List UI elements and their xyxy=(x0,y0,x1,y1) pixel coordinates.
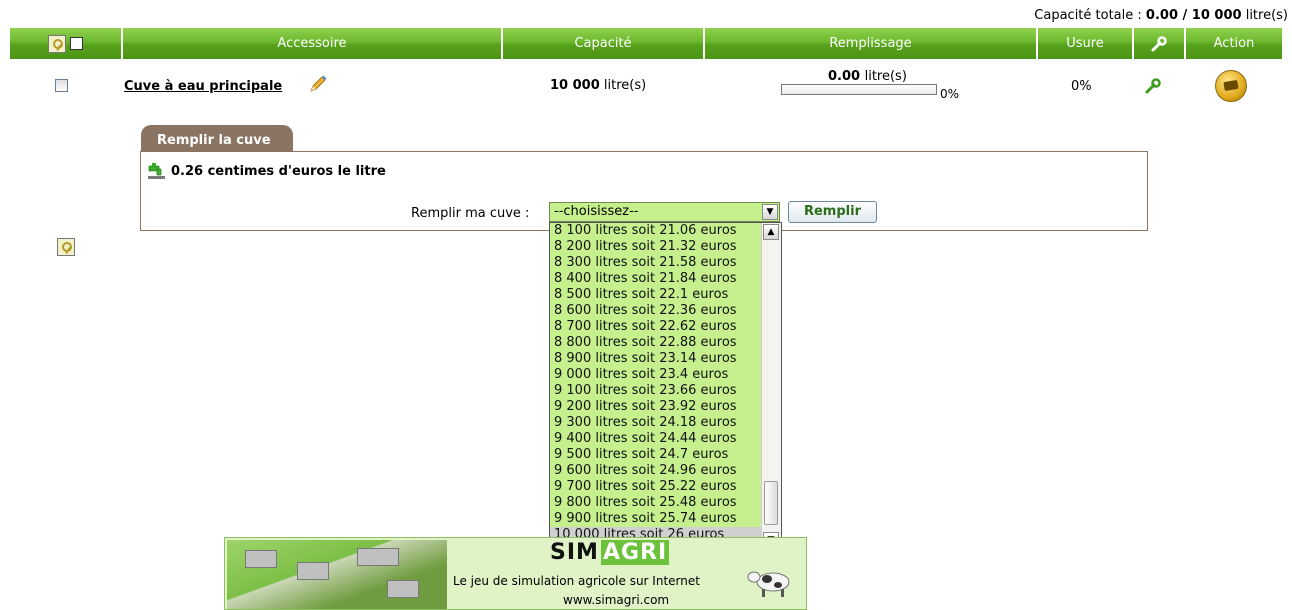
dropdown-option[interactable]: 8 100 litres soit 21.06 euros xyxy=(550,223,781,239)
row-checkbox[interactable] xyxy=(55,79,68,92)
header-accessoire: Accessoire xyxy=(123,28,503,59)
dropdown-option[interactable]: 9 200 litres soit 23.92 euros xyxy=(550,399,781,415)
accessory-name-link[interactable]: Cuve à eau principale xyxy=(124,79,282,94)
key-icon-secondary[interactable] xyxy=(57,238,75,256)
dropdown-option[interactable]: 8 600 litres soit 22.36 euros xyxy=(550,303,781,319)
capacity-total: Capacité totale : 0.00 / 10 000 litre(s) xyxy=(1034,8,1288,23)
farm-building xyxy=(297,562,329,580)
dropdown-option[interactable]: 9 100 litres soit 23.66 euros xyxy=(550,383,781,399)
fill-progress-bar xyxy=(781,84,937,95)
cow-icon xyxy=(747,571,790,597)
repair-wrench-icon[interactable] xyxy=(1144,77,1162,95)
fill-cell: 0.00 litre(s) xyxy=(828,69,907,84)
edit-pencil-icon[interactable] xyxy=(308,74,328,94)
header-remplissage: Remplissage xyxy=(705,28,1038,59)
farm-illustration xyxy=(227,540,447,609)
dropdown-list[interactable]: 8 100 litres soit 21.06 euros 8 200 litre… xyxy=(549,222,782,550)
farm-building xyxy=(245,550,277,568)
dropdown-option[interactable]: 9 400 litres soit 24.44 euros xyxy=(550,431,781,447)
wrench-icon xyxy=(1151,35,1167,51)
fill-select-label: Remplir ma cuve : xyxy=(411,206,530,221)
dropdown-option[interactable]: 9 500 litres soit 24.7 euros xyxy=(550,447,781,463)
fill-percent: 0% xyxy=(940,87,960,101)
simagri-logo: SIM AGRI xyxy=(548,540,670,565)
dropdown-option[interactable]: 9 700 litres soit 25.22 euros xyxy=(550,479,781,495)
dropdown-option[interactable]: 9 800 litres soit 25.48 euros xyxy=(550,495,781,511)
dropdown-option[interactable]: 9 900 litres soit 25.74 euros xyxy=(550,511,781,527)
simagri-banner[interactable]: SIM AGRI Le jeu de simulation agricole su… xyxy=(224,537,807,610)
farm-building xyxy=(357,548,399,566)
capacity-total-unit: litre(s) xyxy=(1245,8,1288,23)
dropdown-option[interactable]: 9 000 litres soit 23.4 euros xyxy=(550,367,781,383)
select-current-value: --choisissez-- xyxy=(554,204,639,219)
capacity-total-value: 0.00 / 10 000 xyxy=(1145,8,1242,23)
select-all-checkbox[interactable] xyxy=(70,37,83,50)
fill-unit: litre(s) xyxy=(864,69,907,84)
scroll-thumb[interactable] xyxy=(764,481,778,525)
price-text: 0.26 centimes d'euros le litre xyxy=(171,163,386,179)
dropdown-option[interactable]: 8 700 litres soit 22.62 euros xyxy=(550,319,781,335)
scroll-up-icon[interactable]: ▲ xyxy=(763,224,779,240)
header-wrench-cell xyxy=(1134,28,1186,59)
header-usure: Usure xyxy=(1038,28,1134,59)
dropdown-scrollbar[interactable]: ▲ ▼ xyxy=(761,223,781,549)
header-icons-cell xyxy=(10,28,123,59)
table-header: Accessoire Capacité Remplissage Usure Ac… xyxy=(10,28,1282,59)
fill-value: 0.00 xyxy=(828,69,861,84)
fill-button[interactable]: Remplir xyxy=(788,201,877,223)
logo-left: SIM xyxy=(550,540,599,565)
price-info: 0.26 centimes d'euros le litre xyxy=(147,162,386,180)
usure-value: 0% xyxy=(1071,79,1092,94)
dropdown-option[interactable]: 9 600 litres soit 24.96 euros xyxy=(550,463,781,479)
dropdown-option[interactable]: 8 500 litres soit 22.1 euros xyxy=(550,287,781,303)
dropdown-option[interactable]: 8 400 litres soit 21.84 euros xyxy=(550,271,781,287)
table-row: Cuve à eau principale 10 000 litre(s) 0.… xyxy=(10,65,1282,105)
tab-remplir-la-cuve[interactable]: Remplir la cuve xyxy=(141,125,293,152)
capacity-total-label: Capacité totale : xyxy=(1034,8,1142,23)
header-action: Action xyxy=(1186,28,1282,59)
farm-building xyxy=(387,580,419,598)
banner-tagline: Le jeu de simulation agricole sur Intern… xyxy=(453,574,700,588)
dropdown-option[interactable]: 8 200 litres soit 21.32 euros xyxy=(550,239,781,255)
banner-url[interactable]: www.simagri.com xyxy=(563,593,669,607)
logo-right: AGRI xyxy=(600,540,670,565)
fill-panel: 0.26 centimes d'euros le litre Remplir m… xyxy=(140,151,1148,231)
key-icon[interactable] xyxy=(48,34,66,53)
dropdown-option[interactable]: 9 300 litres soit 24.18 euros xyxy=(550,415,781,431)
header-capacite: Capacité xyxy=(503,28,705,59)
water-tap-icon xyxy=(148,163,165,179)
capacity-unit: litre(s) xyxy=(603,78,647,93)
dropdown-option[interactable]: 8 800 litres soit 22.88 euros xyxy=(550,335,781,351)
dropdown-option[interactable]: 8 900 litres soit 23.14 euros xyxy=(550,351,781,367)
capacity-value: 10 000 xyxy=(550,78,600,93)
fill-quantity-select[interactable]: --choisissez-- ▼ xyxy=(549,202,780,222)
action-button[interactable] xyxy=(1215,70,1247,102)
dropdown-options: 8 100 litres soit 21.06 euros 8 200 litre… xyxy=(550,223,781,543)
capacity-cell: 10 000 litre(s) xyxy=(550,78,646,93)
chevron-down-icon[interactable]: ▼ xyxy=(762,204,778,220)
dropdown-option[interactable]: 8 300 litres soit 21.58 euros xyxy=(550,255,781,271)
